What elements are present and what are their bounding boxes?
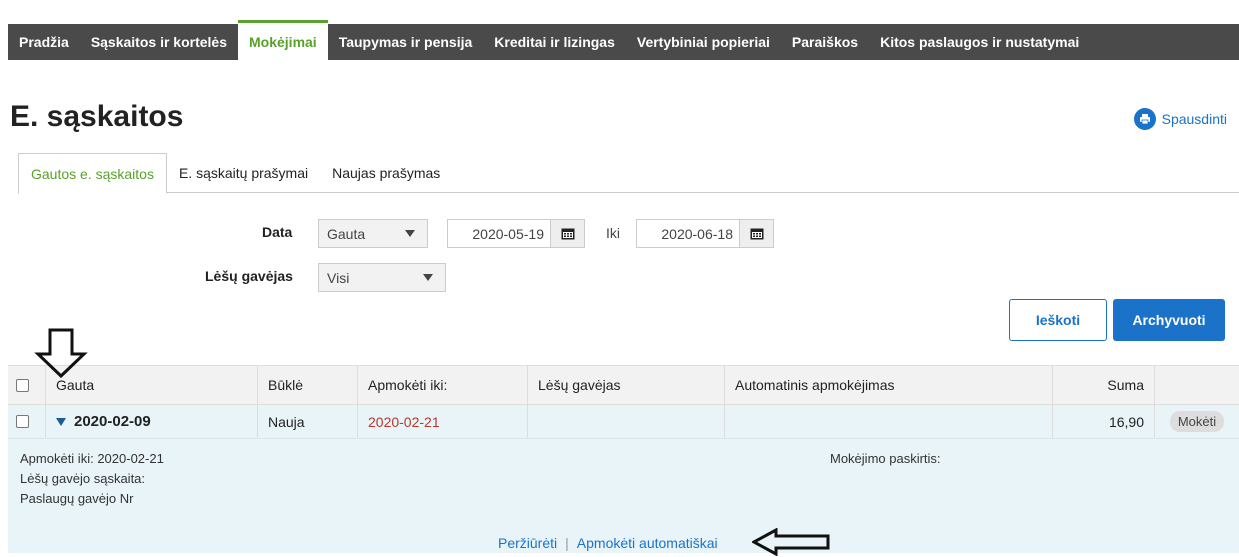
table-row[interactable]: 2020-02-09 Nauja 2020-02-21 16,90 Mokėti (8, 405, 1239, 439)
table-header: Gauta Būklė Apmokėti iki: Lėšų gavėjas A… (8, 365, 1239, 405)
arrow-down-icon (34, 328, 88, 379)
tab-received-invoices[interactable]: Gautos e. sąskaitos (18, 153, 167, 194)
row-auto-payment (725, 405, 1053, 438)
view-link[interactable]: Peržiūrėti (498, 535, 557, 551)
tab-new-request[interactable]: Naujas prašymas (320, 153, 452, 192)
tab-invoice-requests[interactable]: E. sąskaitų prašymai (167, 153, 320, 192)
main-nav: Pradžia Sąskaitos ir kortelės Mokėjimai … (8, 20, 1239, 60)
auto-pay-link[interactable]: Apmokėti automatiškai (577, 535, 718, 551)
row-select-cell (8, 405, 46, 438)
details-service-receiver-label: Paslaugų gavėjo Nr (20, 491, 134, 506)
col-header-auto-payment[interactable]: Automatinis apmokėjimas (725, 366, 1053, 404)
invoice-table: Gauta Būklė Apmokėti iki: Lėšų gavėjas A… (8, 365, 1239, 553)
nav-item-other-services[interactable]: Kitos paslaugos ir nustatymai (869, 24, 1090, 60)
row-status: Nauja (258, 405, 358, 438)
nav-item-credits[interactable]: Kreditai ir lizingas (483, 24, 626, 60)
col-header-status[interactable]: Būklė (258, 366, 358, 404)
details-payee-account-label: Lėšų gavėjo sąskaita: (20, 471, 146, 486)
nav-item-savings[interactable]: Taupymas ir pensija (328, 24, 484, 60)
date-to-field[interactable]: 2020-06-18 (636, 219, 774, 248)
arrow-left-icon (752, 528, 830, 556)
calendar-icon[interactable] (739, 220, 773, 247)
row-action-cell: Mokėti (1155, 405, 1239, 438)
calendar-icon[interactable] (550, 220, 584, 247)
col-header-actions (1155, 366, 1239, 404)
row-due-date: 2020-02-21 (358, 405, 528, 438)
col-header-amount[interactable]: Suma (1053, 366, 1155, 404)
nav-item-applications[interactable]: Paraiškos (781, 24, 869, 60)
print-icon (1133, 108, 1156, 130)
date-to-value: 2020-06-18 (661, 225, 733, 242)
tab-bar: Gautos e. sąskaitos E. sąskaitų prašymai… (18, 153, 1239, 194)
chevron-down-icon (405, 230, 415, 237)
details-purpose-label: Mokėjimo paskirtis: (830, 451, 941, 466)
row-details-panel: Apmokėti iki: 2020-02-21 Lėšų gavėjo sąs… (8, 439, 1239, 553)
date-from-value: 2020-05-19 (472, 225, 544, 242)
link-separator: | (565, 535, 569, 551)
select-all-checkbox[interactable] (16, 378, 29, 392)
row-date-cell[interactable]: 2020-02-09 (46, 405, 258, 438)
details-links: Peržiūrėti | Apmokėti automatiškai (498, 535, 718, 551)
nav-item-payments[interactable]: Mokėjimai (238, 20, 328, 60)
nav-item-securities[interactable]: Vertybiniai popieriai (626, 24, 781, 60)
row-date: 2020-02-09 (74, 413, 151, 430)
col-header-payee[interactable]: Lėšų gavėjas (528, 366, 725, 404)
search-button[interactable]: Ieškoti (1009, 299, 1107, 341)
expand-triangle-icon[interactable] (56, 417, 66, 426)
payee-filter-label: Lėšų gavėjas (205, 268, 293, 284)
details-due: Apmokėti iki: 2020-02-21 (20, 451, 164, 466)
nav-item-accounts[interactable]: Sąskaitos ir kortelės (80, 24, 238, 60)
details-due-value: 2020-02-21 (97, 451, 164, 466)
archive-button[interactable]: Archyvuoti (1113, 299, 1225, 341)
details-due-label: Apmokėti iki: (20, 451, 94, 466)
payee-select-value: Visi (327, 269, 350, 286)
print-link[interactable]: Spausdinti (1133, 108, 1227, 130)
chevron-down-icon (423, 274, 433, 281)
date-filter-label: Data (262, 224, 293, 240)
date-from-field[interactable]: 2020-05-19 (447, 219, 585, 248)
date-type-value: Gauta (327, 225, 366, 242)
nav-item-home[interactable]: Pradžia (8, 24, 80, 60)
date-to-label: Iki (606, 225, 620, 241)
date-type-select[interactable]: Gauta (318, 219, 428, 248)
row-amount: 16,90 (1053, 405, 1155, 438)
row-checkbox[interactable] (16, 415, 29, 428)
pay-button[interactable]: Mokėti (1169, 411, 1225, 432)
print-label: Spausdinti (1161, 111, 1227, 127)
col-header-due[interactable]: Apmokėti iki: (358, 366, 528, 404)
page-title: E. sąskaitos (10, 100, 184, 133)
row-payee (528, 405, 725, 438)
payee-select[interactable]: Visi (318, 263, 446, 292)
